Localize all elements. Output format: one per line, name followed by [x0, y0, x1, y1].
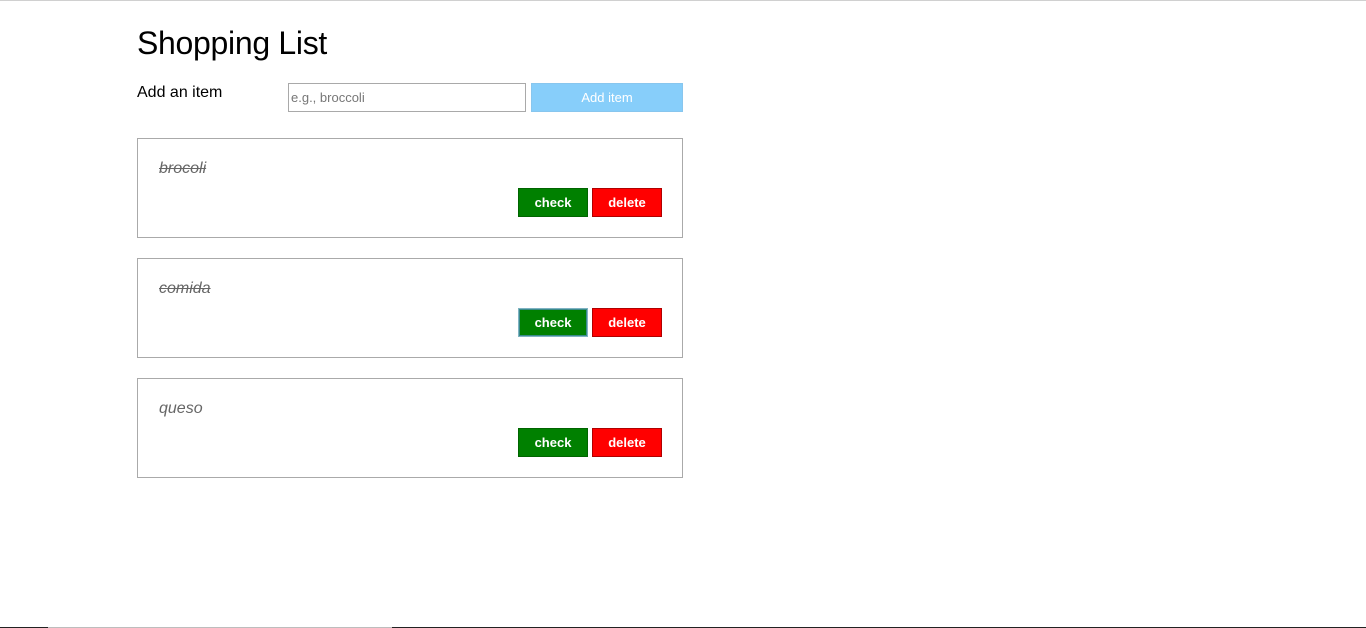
delete-button[interactable]: delete: [592, 308, 662, 337]
add-item-input[interactable]: [288, 83, 526, 112]
add-item-label: Add an item: [137, 84, 223, 101]
delete-button[interactable]: delete: [592, 428, 662, 457]
item-name: comida: [159, 280, 211, 297]
check-button[interactable]: check: [518, 188, 588, 217]
list-item: brocoli check delete: [137, 138, 683, 238]
top-border: [0, 0, 1366, 1]
list-item: queso check delete: [137, 378, 683, 478]
check-button[interactable]: check: [518, 308, 588, 337]
delete-button[interactable]: delete: [592, 188, 662, 217]
check-button[interactable]: check: [518, 428, 588, 457]
page-title: Shopping List: [137, 25, 328, 61]
item-name: queso: [159, 400, 203, 417]
shopping-list: brocoli check delete comida check delete…: [137, 138, 683, 478]
shopping-list-app: Shopping List Add an item Add item broco…: [137, 24, 683, 498]
item-name: brocoli: [159, 160, 207, 177]
add-item-button[interactable]: Add item: [531, 83, 683, 112]
list-item: comida check delete: [137, 258, 683, 358]
add-item-form: Add an item Add item: [137, 83, 683, 112]
